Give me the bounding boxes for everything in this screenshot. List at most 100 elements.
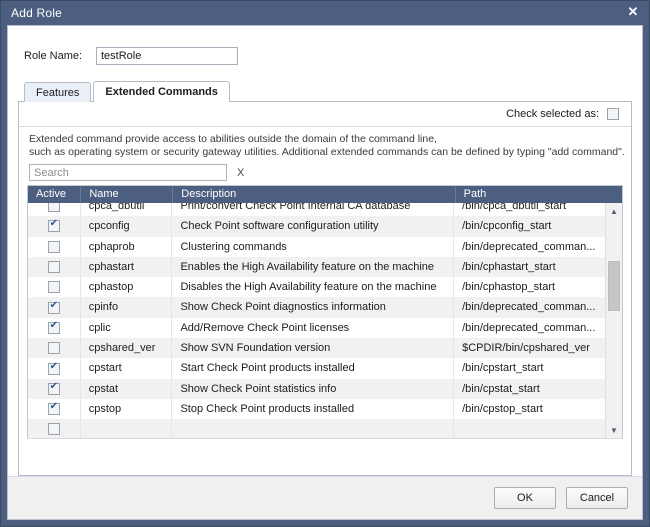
table-row[interactable]: cpconfigCheck Point software configurati… (28, 216, 605, 237)
role-name-row: Role Name: (8, 26, 642, 66)
cell-active (28, 378, 81, 399)
help-line-1: Extended command provide access to abili… (29, 133, 437, 145)
search-input[interactable] (29, 164, 227, 181)
clear-search-button[interactable]: X (237, 167, 244, 179)
cell-name (81, 419, 173, 438)
row-active-checkbox[interactable] (47, 300, 60, 314)
cell-active (28, 317, 81, 339)
scrollbar-thumb[interactable] (608, 261, 620, 311)
cell-path: /bin/cpstop_start (462, 402, 543, 415)
cell-name: cpstart (81, 358, 173, 379)
cell-name: cpca_dbutil (81, 203, 173, 217)
role-name-input[interactable] (96, 46, 238, 65)
ok-button[interactable]: OK (494, 487, 556, 509)
scrollbar-track[interactable] (606, 219, 622, 422)
cell-active (28, 338, 81, 359)
tabstrip: Features Extended Commands (24, 81, 642, 102)
table-row[interactable]: cplicAdd/Remove Check Point licenses/bin… (28, 317, 605, 339)
role-name-label: Role Name: (24, 49, 83, 62)
column-header-active[interactable]: Active (28, 186, 82, 203)
cell-path: $CPDIR/bin/cpshared_ver (462, 342, 590, 355)
tab-extended-commands-label: Extended Commands (105, 86, 218, 98)
tab-features-label: Features (36, 86, 80, 99)
table-vertical-scrollbar[interactable]: ▲ ▼ (605, 203, 622, 438)
table-row[interactable]: cphaprob Clustering commands/bin/deprecat… (28, 236, 605, 257)
dialog-footer: OK Cancel (7, 476, 643, 520)
tab-features[interactable]: Features (24, 82, 92, 102)
cell-active (28, 216, 81, 237)
check-selected-label: Check selected as: (506, 108, 599, 120)
cell-description: Check Point software configuration utili… (172, 216, 455, 237)
tab-extended-commands[interactable]: Extended Commands (93, 81, 230, 102)
cell-description: Add/Remove Check Point licenses (172, 317, 455, 339)
table-row[interactable] (28, 419, 605, 438)
cell-path: /bin/cpconfig_start (462, 220, 552, 233)
scroll-down-arrow-icon[interactable]: ▼ (606, 422, 622, 438)
add-role-dialog: Add Role ✕ Role Name: Features Extended … (0, 0, 650, 527)
cell-active (28, 236, 81, 257)
cell-active (28, 358, 81, 379)
check-selected-checkbox[interactable] (607, 108, 619, 120)
cell-name: cpstop (81, 398, 173, 420)
extended-commands-panel: Check selected as: Extended command prov… (18, 101, 632, 476)
cell-path: /bin/deprecated_comman... (462, 301, 596, 314)
cell-path: /bin/cphastart_start (462, 260, 556, 273)
table-row[interactable]: cpshared_ver Show SVN Foundation version $… (28, 338, 605, 359)
table-row[interactable]: cpstartStart Check Point products instal… (28, 358, 605, 379)
cell-description: Show Check Point diagnostics information (172, 297, 455, 318)
dialog-titlebar: Add Role ✕ (1, 1, 649, 25)
search-row: X (19, 162, 631, 185)
cell-name: cpstat (81, 378, 173, 399)
cell-name: cplic (81, 317, 173, 339)
cell-path: /bin/cpstart_start (462, 362, 544, 375)
cell-description: Start Check Point products installed (172, 358, 455, 379)
check-selected-bar: Check selected as: (19, 102, 631, 127)
row-active-checkbox[interactable] (47, 423, 60, 436)
row-active-checkbox[interactable] (47, 203, 60, 213)
scroll-up-arrow-icon[interactable]: ▲ (606, 203, 622, 219)
cell-active (28, 256, 81, 278)
cell-name: cpshared_ver (81, 338, 173, 359)
column-header-path[interactable]: Path (456, 186, 607, 203)
row-active-checkbox[interactable] (47, 381, 60, 395)
row-active-checkbox[interactable] (47, 361, 60, 375)
row-active-checkbox[interactable] (47, 240, 60, 253)
table-empty-filler (27, 438, 623, 465)
cell-description: Show SVN Foundation version (172, 338, 455, 359)
cell-active (28, 297, 81, 318)
table-row[interactable]: cpca_dbutil Print/convert Check Point Int… (28, 203, 605, 217)
column-header-description[interactable]: Description (173, 186, 456, 203)
cell-name: cphastart (81, 256, 173, 278)
table-row[interactable]: cpstopStop Check Point products installe… (28, 398, 605, 420)
table-row[interactable]: cpstatShow Check Point statistics info/b… (28, 378, 605, 399)
cell-name: cpconfig (81, 216, 173, 237)
cell-active (28, 419, 81, 438)
row-active-checkbox[interactable] (47, 320, 60, 334)
help-line-2: such as operating system or security gat… (29, 146, 625, 158)
cell-path: /bin/cpca_dbutil_start (462, 203, 567, 212)
row-active-checkbox[interactable] (47, 261, 60, 274)
cell-name: cphaprob (81, 236, 173, 257)
column-header-name[interactable]: Name (81, 186, 174, 203)
table-rows: cpca_dbutil Print/convert Check Point Int… (28, 203, 605, 438)
table-row[interactable]: cphastart Enables the High Availability f… (28, 256, 605, 278)
cell-active (28, 277, 81, 298)
row-active-checkbox[interactable] (47, 218, 60, 233)
panel-bottom-padding (19, 465, 631, 475)
cell-path: /bin/cphastop_start (462, 281, 556, 294)
close-icon[interactable]: ✕ (625, 4, 641, 20)
row-active-checkbox[interactable] (47, 281, 60, 294)
cell-description: Show Check Point statistics info (172, 378, 455, 399)
cell-name: cphastop (81, 277, 173, 298)
cell-active (28, 398, 81, 420)
table-row[interactable]: cphastop Disables the High Availability f… (28, 277, 605, 298)
cell-name: cpinfo (81, 297, 173, 318)
table-row[interactable]: cpinfoShow Check Point diagnostics infor… (28, 297, 605, 318)
cell-description: Enables the High Availability feature on… (172, 256, 455, 278)
row-active-checkbox[interactable] (47, 342, 60, 355)
cancel-button[interactable]: Cancel (566, 487, 628, 509)
cell-description (172, 419, 455, 438)
dialog-title: Add Role (11, 6, 62, 20)
row-active-checkbox[interactable] (47, 401, 60, 416)
cell-description: Clustering commands (172, 236, 455, 257)
